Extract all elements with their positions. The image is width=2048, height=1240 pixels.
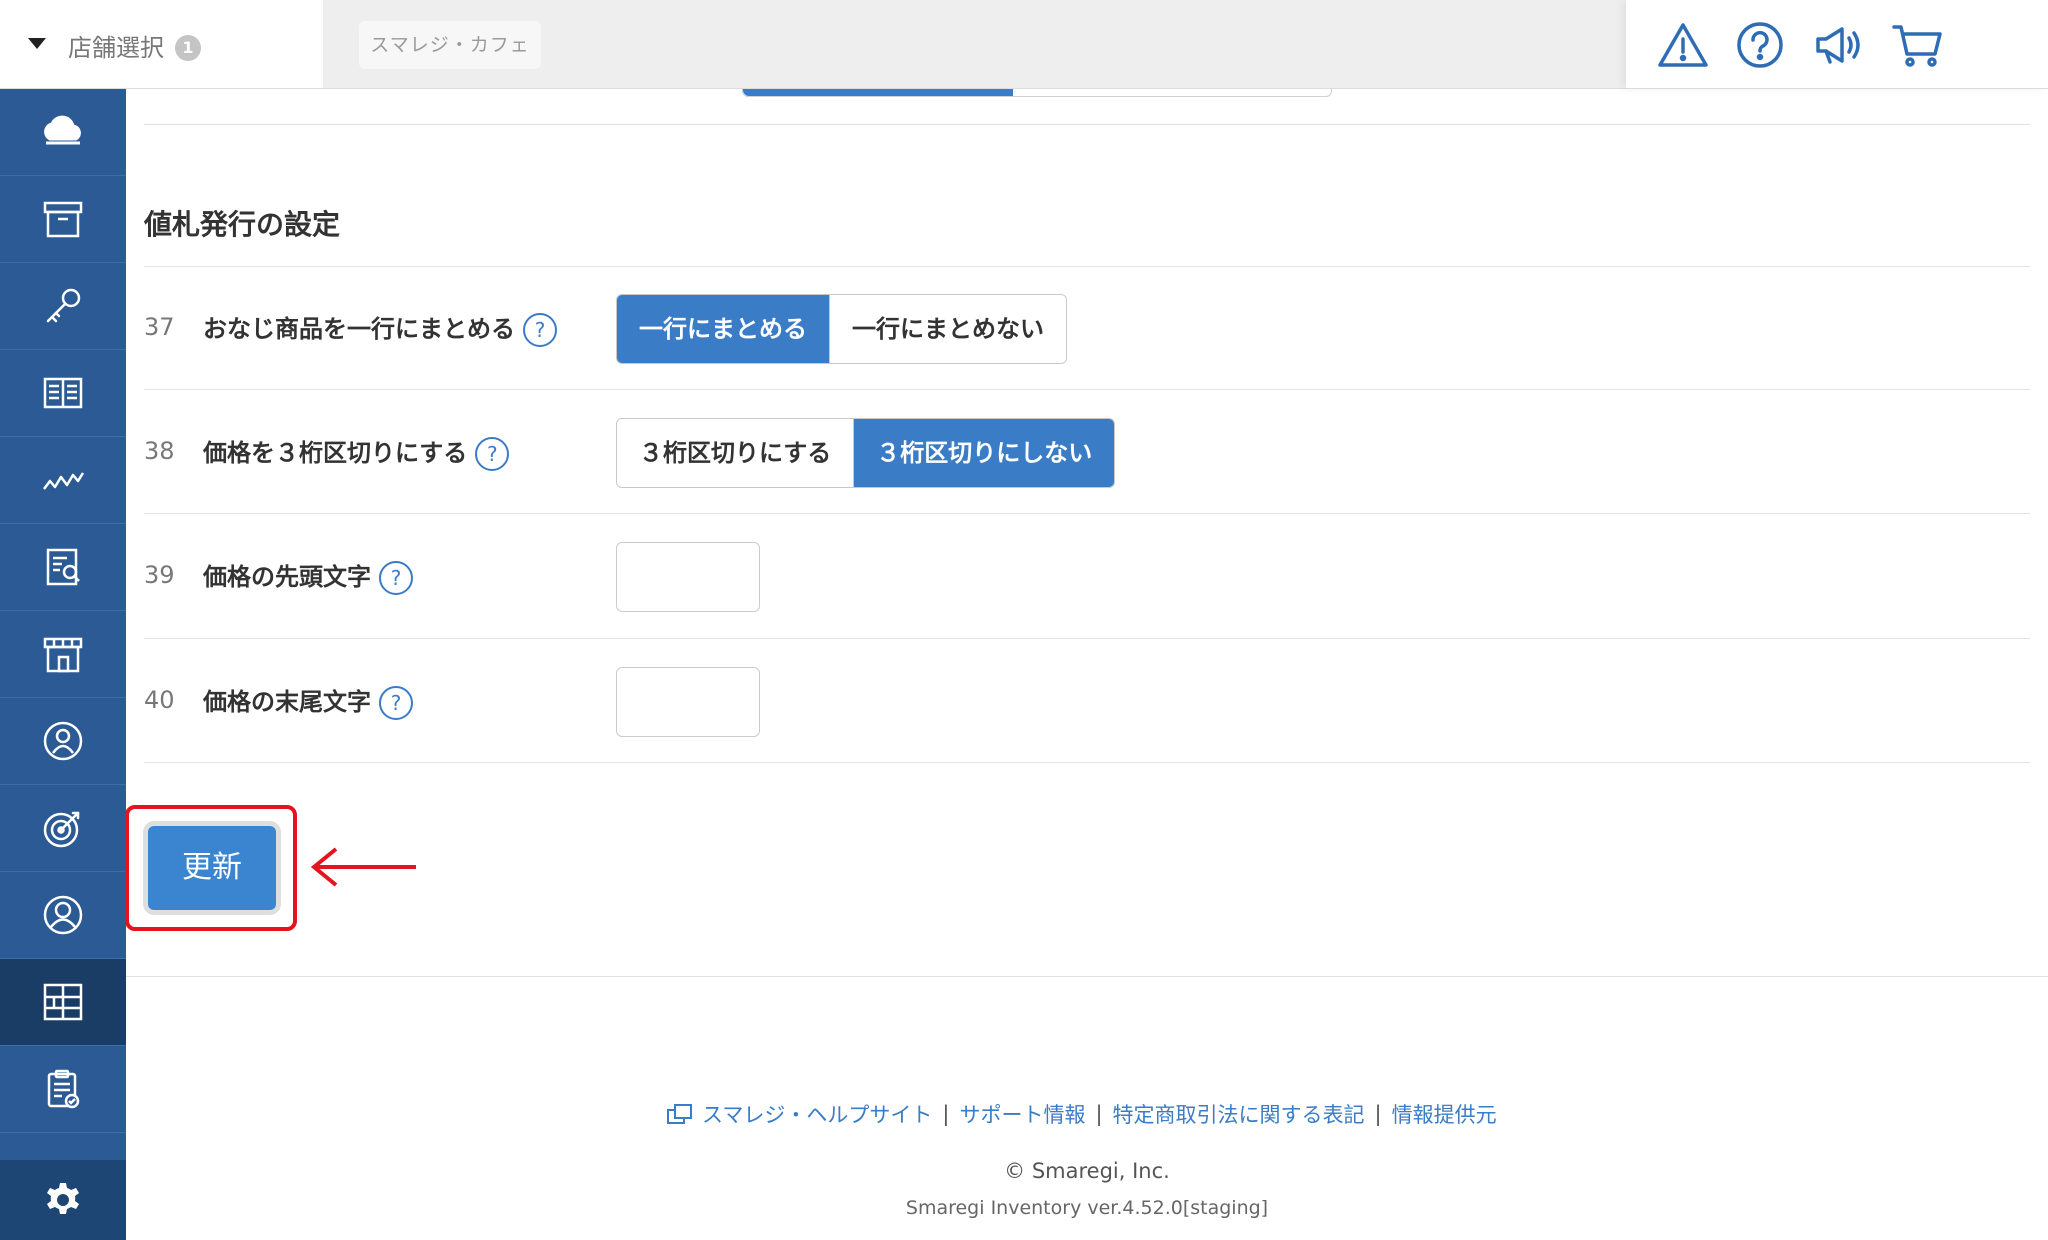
divider: [144, 762, 2030, 763]
header-actions: [1626, 0, 2048, 89]
divider: [144, 124, 2030, 125]
option-separator-off[interactable]: ３桁区切りにしない: [853, 419, 1115, 487]
clipboard-check-icon: [47, 1069, 80, 1109]
footer-separator: |: [1095, 1102, 1103, 1126]
row-label: 価格の末尾文字?: [203, 682, 413, 720]
option-no-merge[interactable]: 一行にまとめない: [829, 295, 1066, 363]
store-selector[interactable]: 店舗選択 1: [0, 0, 323, 89]
help-circle-icon[interactable]: [1733, 18, 1787, 72]
sidebar-item-report[interactable]: [0, 524, 126, 611]
price-prefix-input[interactable]: [616, 542, 760, 612]
footer-separator: |: [942, 1102, 950, 1126]
cloud-icon: [44, 115, 81, 145]
store-count-badge: 1: [175, 35, 201, 61]
staff-icon: [43, 895, 83, 935]
previous-toggle-group[interactable]: [742, 89, 1332, 97]
row-label: 価格を３桁区切りにする?: [203, 433, 510, 471]
sidebar-item-clipboard[interactable]: [0, 1046, 126, 1133]
divider: [144, 266, 2030, 267]
row-label: 価格の先頭文字?: [203, 557, 413, 595]
row-label-text: おなじ商品を一行にまとめる: [203, 315, 515, 343]
cart-icon[interactable]: [1890, 18, 1944, 72]
help-icon[interactable]: ?: [523, 313, 557, 347]
divider: [144, 389, 2030, 390]
row-number: 37: [144, 313, 175, 341]
footer-links: スマレジ・ヘルプサイト | サポート情報 | 特定商取引法に関する表記 | 情報…: [666, 1099, 1497, 1129]
warning-icon[interactable]: [1656, 18, 1710, 72]
divider: [144, 638, 2030, 639]
external-window-icon: [667, 1104, 692, 1124]
row-number: 40: [144, 686, 175, 714]
section-title: 値札発行の設定: [144, 208, 341, 241]
row-label-text: 価格の末尾文字: [203, 688, 371, 716]
option-merge[interactable]: 一行にまとめる: [617, 295, 829, 363]
row-number: 38: [144, 437, 175, 465]
sidebar-settings[interactable]: [0, 1160, 126, 1240]
archive-box-icon: [43, 201, 83, 238]
thousands-separator-toggle: ３桁区切りにする ３桁区切りにしない: [616, 418, 1116, 488]
row-label: おなじ商品を一行にまとめる?: [203, 309, 557, 347]
sidebar-item-key[interactable]: [0, 263, 126, 350]
sidebar-item-analytics[interactable]: [0, 437, 126, 524]
caret-down-icon: [28, 38, 46, 49]
report-search-icon: [46, 548, 80, 586]
copyright: © Smaregi, Inc.: [1004, 1159, 1170, 1183]
divider: [126, 976, 2048, 977]
row-label-text: 価格を３桁区切りにする: [203, 439, 468, 467]
layout-grid-icon: [43, 983, 83, 1021]
footer-link-help-site[interactable]: スマレジ・ヘルプサイト: [702, 1099, 932, 1129]
footer-link-legal[interactable]: 特定商取引法に関する表記: [1113, 1099, 1365, 1129]
header-bar: スマレジ・カフェ: [323, 0, 1626, 89]
help-icon[interactable]: ?: [475, 437, 510, 471]
gear-icon: [47, 1183, 79, 1214]
sidebar: [0, 89, 126, 1240]
help-icon[interactable]: ?: [379, 686, 413, 720]
trend-chart-icon: [43, 472, 85, 490]
sidebar-item-cloud[interactable]: [0, 89, 126, 176]
store-selector-label: 店舗選択: [68, 34, 164, 62]
megaphone-icon[interactable]: [1812, 18, 1866, 72]
book-icon: [43, 377, 83, 409]
sidebar-item-archive[interactable]: [0, 176, 126, 263]
sidebar-item-target[interactable]: [0, 785, 126, 872]
divider: [144, 513, 2030, 514]
annotation-arrow-icon: [310, 847, 416, 887]
price-suffix-input[interactable]: [616, 667, 760, 737]
store-icon: [43, 637, 83, 673]
row-number: 39: [144, 561, 175, 589]
sidebar-item-store[interactable]: [0, 611, 126, 698]
sidebar-item-customer[interactable]: [0, 698, 126, 785]
target-icon: [43, 811, 80, 848]
row-label-text: 価格の先頭文字: [203, 563, 371, 591]
footer-link-support[interactable]: サポート情報: [959, 1099, 1085, 1129]
sidebar-item-book[interactable]: [0, 350, 126, 437]
current-store-chip[interactable]: スマレジ・カフェ: [359, 21, 541, 69]
sidebar-item-staff[interactable]: [0, 872, 126, 959]
sidebar-item-layout[interactable]: [0, 959, 126, 1046]
footer-link-data-source[interactable]: 情報提供元: [1392, 1099, 1497, 1129]
version-text: Smaregi Inventory ver.4.52.0[staging]: [905, 1197, 1269, 1219]
key-icon: [46, 288, 81, 323]
customer-icon: [43, 721, 83, 761]
footer-separator: |: [1374, 1102, 1382, 1126]
option-separator-on[interactable]: ３桁区切りにする: [617, 419, 854, 487]
update-button[interactable]: 更新: [148, 826, 276, 910]
help-icon[interactable]: ?: [379, 561, 413, 595]
merge-same-items-toggle: 一行にまとめる 一行にまとめない: [616, 294, 1067, 364]
